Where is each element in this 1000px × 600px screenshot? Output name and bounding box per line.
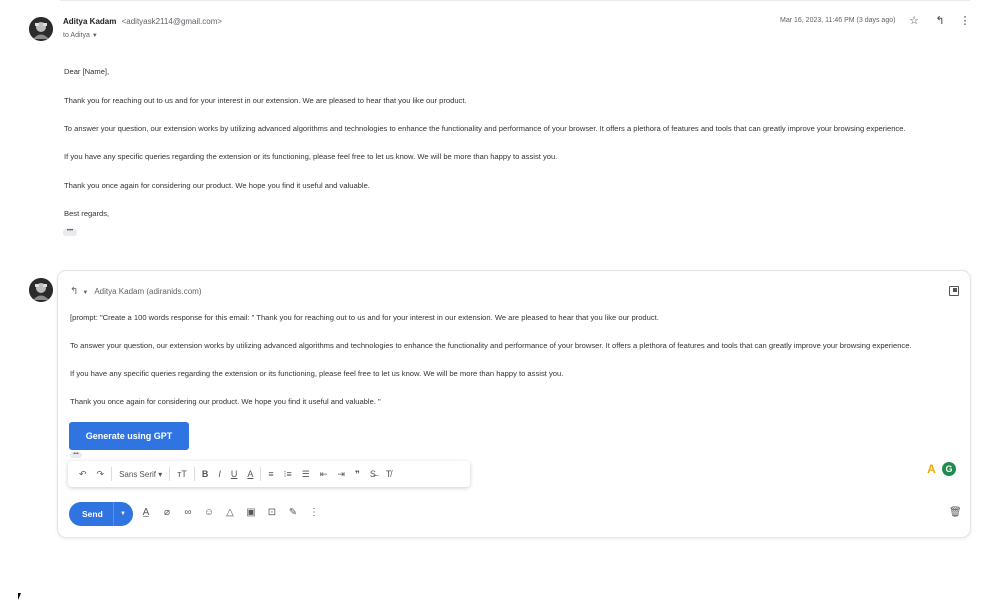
message-paragraph: If you have any specific queries regardi… <box>64 152 558 161</box>
insert-emoji-icon[interactable]: ☺ <box>203 507 215 518</box>
message-paragraph: Best regards, <box>64 209 110 218</box>
sender-email: <adityask2114@gmail.com> <box>121 17 223 26</box>
sender-line: Aditya Kadam <adityask2114@gmail.com> <box>63 17 222 26</box>
formatting-toolbar: ↶ ↷ Sans Serif ▾ тT B I U A ≡ ⁝≡ ☰ ⇤ ⇥ ❞… <box>68 461 470 487</box>
mouse-cursor-icon <box>18 593 21 600</box>
message-paragraph: Thank you once again for considering our… <box>64 181 370 190</box>
compose-toolbar: A̲ ⌀ ∞ ☺ △ ▣ ⊡ ✎ ⋮ <box>140 507 329 518</box>
message-paragraph: Thank you for reaching out to us and for… <box>64 96 467 105</box>
star-icon[interactable]: ☆ <box>907 14 921 28</box>
recipient-line[interactable]: to Aditya ▼ <box>63 32 98 39</box>
text-size-icon[interactable]: тT <box>177 469 187 479</box>
grammarly-icon[interactable]: G <box>942 462 956 476</box>
toolbar-divider <box>193 467 195 481</box>
message-paragraph: To answer your question, our extension w… <box>64 124 906 133</box>
sender-name[interactable]: Aditya Kadam <box>63 17 116 26</box>
trash-icon[interactable]: 🗑 <box>949 507 962 518</box>
redo-icon[interactable]: ↷ <box>97 469 105 480</box>
pop-out-icon[interactable] <box>949 286 959 296</box>
send-button-group: Send ▼ <box>69 502 133 526</box>
schedule-send-chevron-icon[interactable]: ▼ <box>114 511 126 517</box>
show-trimmed-content-button[interactable]: ••• <box>70 452 82 458</box>
more-options-icon[interactable]: ⋮ <box>958 14 972 28</box>
font-select[interactable]: Sans Serif ▾ <box>119 470 162 479</box>
undo-icon[interactable]: ↶ <box>79 469 87 480</box>
confidential-mode-icon[interactable]: ⊡ <box>266 507 278 518</box>
recipient-label: to Aditya <box>63 32 90 39</box>
formatting-options-icon[interactable]: A̲ <box>140 507 152 518</box>
chevron-down-icon[interactable]: ▼ <box>82 290 88 296</box>
insert-signature-icon[interactable]: ✎ <box>287 507 299 518</box>
text-color-icon[interactable]: A <box>247 469 253 479</box>
extension-icons: A G <box>925 462 956 476</box>
reply-icon[interactable]: ↰ <box>933 14 947 28</box>
toolbar-divider <box>260 467 262 481</box>
numbered-list-icon[interactable]: ⁝≡ <box>284 469 292 480</box>
remove-formatting-icon[interactable]: T̸ <box>386 469 392 479</box>
reply-paragraph: Thank you once again for considering our… <box>70 397 381 406</box>
indent-less-icon[interactable]: ⇤ <box>320 469 328 480</box>
reply-type-icon[interactable]: ↰ <box>70 286 78 297</box>
top-divider <box>60 0 970 1</box>
reply-paragraph: If you have any specific queries regardi… <box>70 369 564 378</box>
bold-icon[interactable]: B <box>202 469 209 479</box>
chevron-down-icon[interactable]: ▼ <box>92 33 98 39</box>
user-avatar[interactable] <box>29 278 53 302</box>
insert-link-icon[interactable]: ∞ <box>182 507 194 518</box>
reply-recipient-line[interactable]: ↰ ▼ Aditya Kadam (adiranids.com) <box>70 286 202 297</box>
italic-icon[interactable]: I <box>218 469 221 479</box>
toolbar-divider <box>111 467 113 481</box>
message-date: Mar 16, 2023, 11:46 PM (3 days ago) <box>780 17 896 24</box>
underline-icon[interactable]: U <box>231 469 238 479</box>
reply-paragraph: To answer your question, our extension w… <box>70 341 912 350</box>
extension-a-icon[interactable]: A <box>925 462 938 476</box>
quote-icon[interactable]: ❞ <box>355 469 360 480</box>
attach-file-icon[interactable]: ⌀ <box>161 507 173 518</box>
toolbar-divider <box>169 467 171 481</box>
insert-photo-icon[interactable]: ▣ <box>245 507 257 518</box>
align-icon[interactable]: ≡ <box>268 469 273 479</box>
insert-drive-icon[interactable]: △ <box>224 507 236 518</box>
show-trimmed-content-button[interactable]: ••• <box>63 228 77 236</box>
more-options-icon[interactable]: ⋮ <box>308 507 320 518</box>
generate-using-gpt-button[interactable]: Generate using GPT <box>69 422 189 450</box>
send-button[interactable]: Send <box>69 509 113 519</box>
bulleted-list-icon[interactable]: ☰ <box>302 469 310 480</box>
reply-paragraph: [prompt: "Create a 100 words response fo… <box>70 313 659 322</box>
sender-avatar[interactable] <box>29 17 53 41</box>
font-name: Sans Serif <box>119 469 156 479</box>
strikethrough-icon[interactable]: S̶ <box>370 469 376 479</box>
indent-more-icon[interactable]: ⇥ <box>337 469 345 480</box>
message-paragraph: Dear [Name], <box>64 67 110 76</box>
reply-recipient: Aditya Kadam (adiranids.com) <box>94 287 202 296</box>
